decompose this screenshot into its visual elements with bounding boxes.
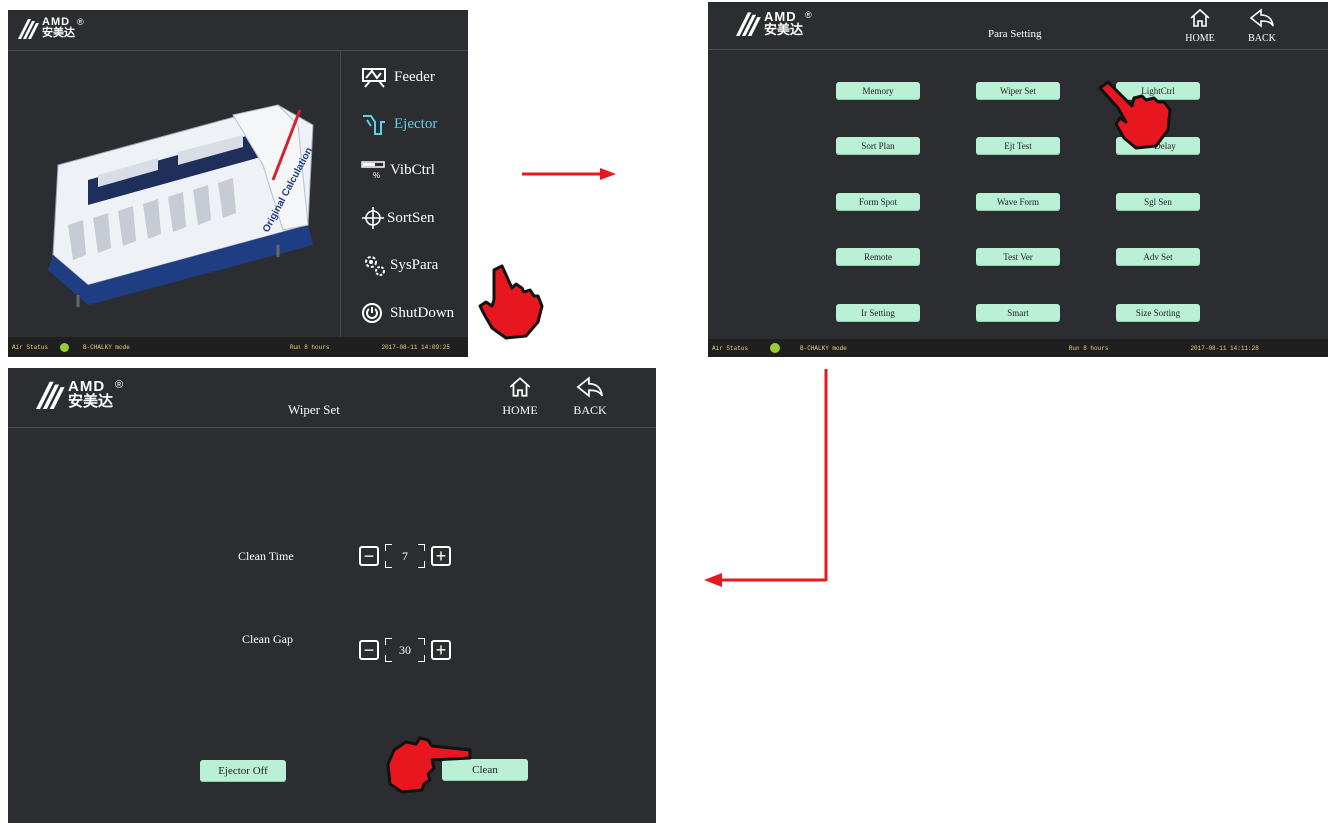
clean-gap-plus-button[interactable]: + [431,640,451,660]
svg-text:%: % [373,171,380,180]
menu-item-feeder[interactable]: Feeder [361,66,435,88]
brand-cn: 安美达 [764,22,804,37]
run-time-text: Run 8 hours [289,343,330,351]
main-status-bar: Air Status B-CHALKY mode Run 8 hours 201… [8,337,468,357]
clean-gap-stepper: − 30 + [359,638,451,662]
ejector-off-button[interactable]: Ejector Off [200,760,286,782]
back-arrow-icon [576,376,603,398]
datetime-text: 2017-08-11 14:09:25 [381,343,450,351]
home-label: HOME [1185,33,1215,44]
clean-gap-value[interactable]: 30 [385,638,425,662]
clean-time-stepper: − 7 + [359,544,451,568]
para-status-bar: Air Status B-CHALKY mode Run 8 hours 201… [708,339,1328,357]
mode-text: B-CHALKY mode [83,343,130,351]
flow-arrow-right [522,168,616,180]
menu-label-feeder: Feeder [394,68,435,85]
logo-stripes-icon [736,12,761,36]
menu-item-shutdown[interactable]: ShutDown [361,302,454,324]
mode-text: B-CHALKY mode [800,344,847,352]
menu-label-shutdown: ShutDown [390,304,455,321]
brand-logo: AMD 安美达 ® [36,379,123,409]
menu-item-ejector[interactable]: Ejector [361,112,437,136]
menu-label-ejector: Ejector [394,115,438,132]
menu-label-sortsen: SortSen [387,209,435,226]
menu-item-vibctrl[interactable]: % VibCtrl [361,160,435,180]
vibctrl-icon: % [361,161,385,180]
wave-form-button[interactable]: Wave Form [976,193,1060,211]
pointing-hand-icon [478,264,544,340]
home-label: HOME [502,403,538,417]
adv-set-button[interactable]: Adv Set [1116,248,1200,266]
sgl-sen-button[interactable]: Sgl Sen [1116,193,1200,211]
air-status-ok-icon [60,342,70,352]
page-title: Para Setting [988,28,1042,40]
smart-button[interactable]: Smart [976,304,1060,322]
ejector-icon [363,115,385,135]
air-status-ok-icon [770,343,781,353]
main-menu: Feeder Ejector % VibCtrl SortSen SysPara… [340,50,468,337]
air-status-label: Air Status [12,343,49,351]
clean-time-label: Clean Time [238,549,294,563]
size-sorting-button[interactable]: Size Sorting [1116,304,1200,322]
home-icon [1190,8,1210,27]
menu-label-vibctrl: VibCtrl [390,161,435,178]
clean-gap-minus-button[interactable]: − [359,640,379,660]
wiper-topbar: AMD 安美达 ® Wiper Set HOME BACK [8,368,656,428]
brand-logo: AMD 安美达 ® [18,17,84,39]
clean-time-value-text: 7 [402,548,408,563]
sorter-machine-image: Original Calculation [48,104,315,307]
pointing-hand-icon [1098,80,1172,150]
back-arrow-icon [1249,8,1274,28]
home-button[interactable]: HOME [496,376,544,418]
clean-time-plus-button[interactable]: + [431,546,451,566]
clean-gap-label: Clean Gap [242,632,293,646]
clean-gap-value-text: 30 [399,642,411,657]
brand-cn: 安美达 [42,27,75,39]
back-button[interactable]: BACK [1242,8,1282,44]
menu-label-syspara: SysPara [390,256,439,273]
brand-reg: ® [77,17,84,27]
main-screen-panel: AMD 安美达 ® Original Calculation Feeder Ej… [8,10,468,357]
ir-setting-button[interactable]: Ir Setting [836,304,920,322]
wiper-set-panel: AMD 安美达 ® Wiper Set HOME BACK Clean Time… [8,368,656,823]
sort-plan-button[interactable]: Sort Plan [836,137,920,155]
home-button[interactable]: HOME [1180,8,1220,44]
brand-cn: 安美达 [68,393,114,410]
para-topbar: AMD 安美达 ® Para Setting HOME BACK [708,2,1328,50]
back-label: BACK [1248,33,1276,44]
main-topbar: AMD 安美达 ® [8,10,468,51]
logo-stripes-icon [18,19,39,39]
back-button[interactable]: BACK [566,376,614,418]
brand-en: AMD [68,378,106,395]
air-status-label: Air Status [712,344,749,352]
feeder-icon [362,68,386,88]
wiper-set-button[interactable]: Wiper Set [976,82,1060,100]
clean-time-value[interactable]: 7 [385,544,425,568]
remote-button[interactable]: Remote [836,248,920,266]
para-setting-panel: AMD 安美达 ® Para Setting HOME BACK Memory … [708,2,1328,357]
form-spot-button[interactable]: Form Spot [836,193,920,211]
datetime-text: 2017-08-11 14:11:28 [1190,344,1259,352]
brand-reg: ® [115,379,124,391]
menu-item-syspara[interactable]: SysPara [361,252,438,278]
pointing-hand-icon [386,736,472,794]
logo-stripes-icon [36,381,65,409]
clean-time-minus-button[interactable]: − [359,546,379,566]
page-title: Wiper Set [288,402,340,417]
run-time-text: Run 8 hours [1068,344,1109,352]
menu-item-sortsen[interactable]: SortSen [361,206,435,230]
gears-icon [365,256,385,276]
ejt-test-button[interactable]: Ejt Test [976,137,1060,155]
brand-reg: ® [805,10,812,20]
home-icon [509,377,531,397]
power-icon [362,303,382,323]
memory-button[interactable]: Memory [836,82,920,100]
brand-logo: AMD 安美达 ® [736,10,812,36]
flow-arrow-down-left [704,369,828,587]
test-ver-button[interactable]: Test Ver [976,248,1060,266]
back-label: BACK [573,403,607,417]
crosshair-icon [362,207,384,229]
